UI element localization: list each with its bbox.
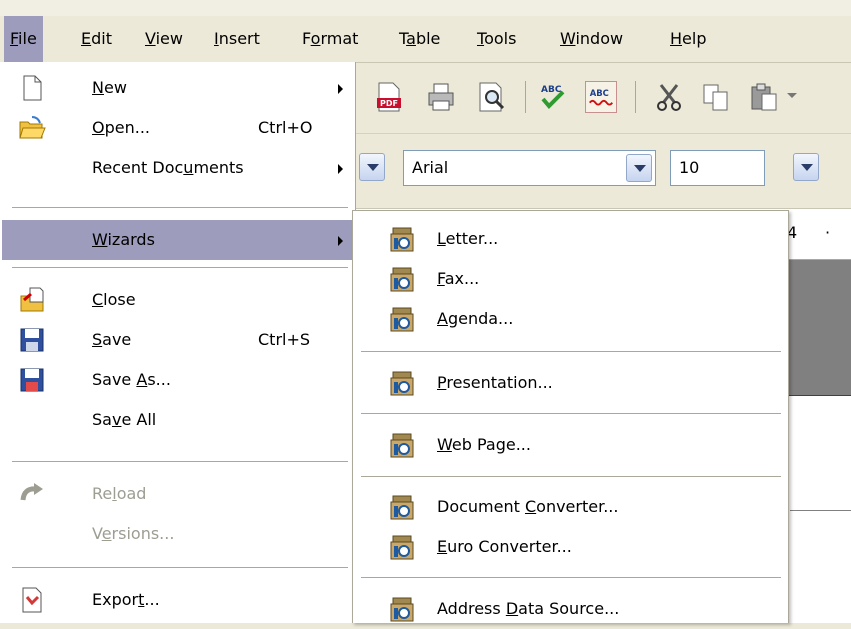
export-icon [22, 587, 42, 613]
wizard-item-letter[interactable]: Letter... [355, 219, 786, 259]
toolbar-separator [525, 81, 526, 113]
wizard-item-euro-converter[interactable]: Euro Converter... [355, 527, 786, 567]
print-icon[interactable] [425, 81, 457, 113]
menu-separator [12, 461, 348, 462]
spellcheck-icon[interactable]: ABC [537, 81, 569, 113]
close-document-icon [20, 287, 44, 312]
wizard-icon [390, 495, 414, 520]
file-menu-item-versions: Versions... [92, 524, 175, 543]
file-menu-item-export[interactable]: Export... [2, 580, 353, 620]
menu-separator [12, 207, 348, 208]
menu-insert[interactable]: Insert [208, 16, 266, 62]
menubar: File Edit View Insert Format Table Tools… [0, 16, 851, 63]
autospellcheck-icon[interactable]: ABC [585, 81, 617, 113]
menu-separator [361, 476, 781, 477]
submenu-arrow-icon [338, 84, 343, 94]
wizard-icon [390, 535, 414, 560]
reload-icon [20, 483, 43, 501]
shortcut-save: Ctrl+S [258, 330, 311, 349]
file-menu-item-reload: Reload [2, 474, 353, 514]
file-menu-item-save-as[interactable]: Save As... [2, 360, 353, 400]
wizard-item-agenda[interactable]: Agenda... [355, 299, 786, 339]
export-pdf-icon[interactable]: PDF [373, 81, 405, 113]
menu-file[interactable]: File [4, 16, 43, 62]
menu-view[interactable]: View [139, 16, 189, 62]
menu-table[interactable]: Table [393, 16, 446, 62]
file-menu-item-recent-documents[interactable]: Recent Documents [2, 148, 353, 188]
wizard-item-web-page[interactable]: Web Page... [355, 425, 786, 465]
formatting-toolbar: Arial 10 [355, 134, 851, 209]
menu-tools[interactable]: Tools [471, 16, 522, 62]
file-menu-item-open[interactable]: Open... Ctrl+O [2, 108, 353, 148]
toolbar-separator [635, 81, 636, 113]
menu-window[interactable]: Window [554, 16, 629, 62]
file-menu-item-close[interactable]: Close [2, 280, 353, 320]
wizards-submenu: Letter... Fax... Agenda... Presentation.… [352, 210, 789, 623]
paste-icon[interactable] [748, 81, 780, 113]
file-menu-item-new[interactable]: New [2, 68, 353, 108]
wizard-item-fax[interactable]: Fax... [355, 259, 786, 299]
menu-format[interactable]: Format [296, 16, 364, 62]
wizard-icon [390, 597, 414, 622]
wizard-icon [390, 267, 414, 292]
file-menu-item-save-all[interactable]: Save All [2, 400, 353, 440]
menu-separator [361, 413, 781, 414]
cut-icon[interactable] [653, 81, 685, 113]
menu-separator [12, 567, 348, 568]
wizard-icon [390, 433, 414, 458]
menu-edit[interactable]: Edit [75, 16, 118, 62]
font-size-dropdown-button[interactable] [793, 153, 819, 181]
menu-separator [361, 577, 781, 578]
paste-dropdown-arrow-icon[interactable] [787, 93, 797, 98]
save-icon [20, 328, 44, 352]
page-preview-icon[interactable] [475, 81, 507, 113]
submenu-arrow-icon [338, 236, 343, 246]
font-name-combobox[interactable]: Arial [403, 150, 656, 186]
style-dropdown-button[interactable] [359, 153, 385, 181]
shortcut-open: Ctrl+O [258, 118, 313, 137]
wizard-item-document-converter[interactable]: Document Converter... [355, 487, 786, 527]
file-menu-dropdown: New Open... Ctrl+O Recent Documents Wiza… [0, 62, 356, 623]
wizard-icon [390, 371, 414, 396]
svg-text:PDF: PDF [380, 99, 398, 108]
menu-separator [361, 351, 781, 352]
font-size-value: 10 [679, 158, 700, 177]
new-document-icon [23, 75, 42, 101]
menu-help[interactable]: Help [664, 16, 712, 62]
open-folder-icon [19, 116, 46, 139]
file-menu-item-wizards[interactable]: Wizards [2, 220, 353, 260]
font-size-combobox[interactable]: 10 [670, 150, 765, 186]
font-name-value: Arial [412, 158, 449, 177]
submenu-arrow-icon [338, 164, 343, 174]
svg-text:ABC: ABC [590, 88, 609, 98]
copy-icon[interactable] [700, 81, 732, 113]
wizard-icon [390, 227, 414, 252]
standard-toolbar: PDF ABC ABC [355, 63, 851, 134]
window-top-strip [0, 0, 851, 16]
wizard-item-address-data-source[interactable]: Address Data Source... [355, 589, 786, 629]
wizard-icon [390, 307, 414, 332]
save-as-icon [20, 368, 44, 392]
ruler-tick: · [825, 223, 831, 242]
file-menu-item-save[interactable]: Save Ctrl+S [2, 320, 353, 360]
font-name-dropdown-button[interactable] [626, 154, 652, 182]
wizard-item-presentation[interactable]: Presentation... [355, 363, 786, 403]
menu-separator [12, 267, 348, 268]
page-border-line [790, 510, 851, 511]
